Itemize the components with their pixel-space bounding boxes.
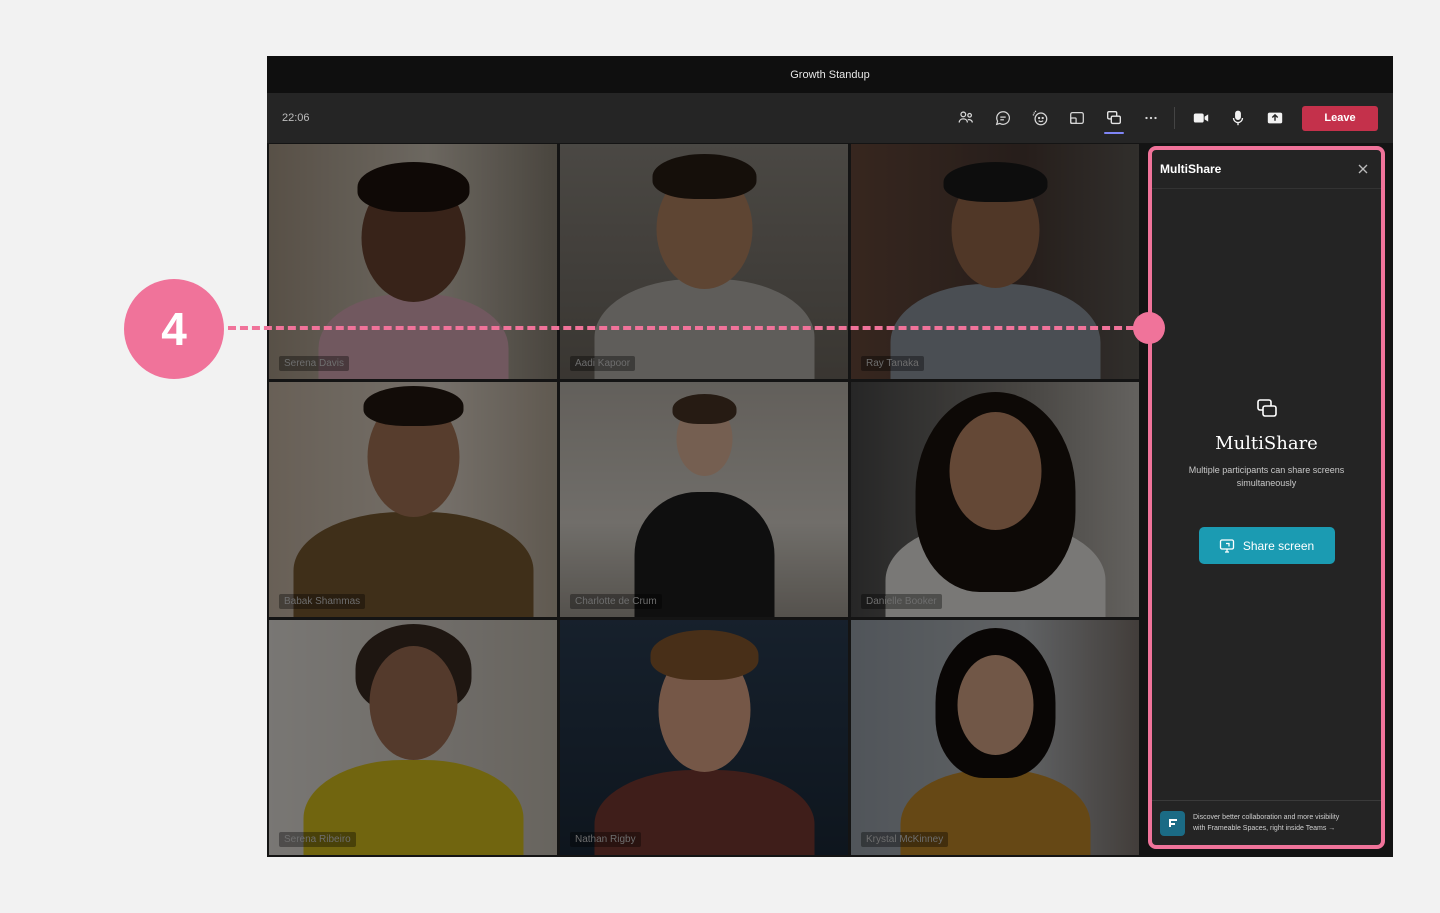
callout-connector xyxy=(228,326,1146,330)
camera-icon xyxy=(1193,113,1209,123)
tile-dim-overlay xyxy=(269,382,557,617)
step-callout-badge: 4 xyxy=(124,279,224,379)
multishare-button[interactable] xyxy=(1099,103,1129,134)
frameable-promo[interactable]: Discover better collaboration and more v… xyxy=(1152,800,1381,845)
tile-dim-overlay xyxy=(851,620,1139,855)
multishare-panel: MultiShare MultiShare Multiple participa… xyxy=(1148,146,1385,849)
participant-name: Aadi Kapoor xyxy=(570,356,636,371)
promo-line-2: with Frameable Spaces, right inside Team… xyxy=(1193,825,1336,832)
tile-dim-overlay xyxy=(851,144,1139,379)
window-titlebar: Growth Standup xyxy=(267,56,1393,93)
participant-tile[interactable]: Krystal McKinney xyxy=(851,620,1139,855)
tile-dim-overlay xyxy=(269,144,557,379)
rooms-button[interactable] xyxy=(1062,103,1092,133)
multishare-icon xyxy=(1256,399,1277,417)
meeting-toolbar: 22:06 Leave xyxy=(267,93,1393,143)
panel-heading: MultiShare xyxy=(1215,433,1318,454)
reactions-icon xyxy=(1032,110,1048,126)
participant-name: Krystal McKinney xyxy=(861,832,949,847)
participant-tile[interactable]: Charlotte de Crum xyxy=(560,382,848,617)
panel-header: MultiShare xyxy=(1152,150,1381,189)
share-tray-icon xyxy=(1267,112,1283,124)
close-icon xyxy=(1358,164,1368,174)
rooms-icon xyxy=(1070,111,1084,125)
participant-tile[interactable]: Babak Shammas xyxy=(269,382,557,617)
promo-line-1: Discover better collaboration and more v… xyxy=(1193,814,1340,821)
mic-icon xyxy=(1232,110,1244,126)
tile-dim-overlay xyxy=(560,382,848,617)
participant-name: Charlotte de Crum xyxy=(570,594,662,609)
meeting-timer: 22:06 xyxy=(282,112,310,124)
participant-name: Ray Tanaka xyxy=(861,356,924,371)
camera-button[interactable] xyxy=(1186,103,1216,133)
frameable-logo-icon xyxy=(1160,810,1185,836)
people-button[interactable] xyxy=(951,103,981,133)
more-button[interactable] xyxy=(1136,103,1166,133)
screen-share-icon xyxy=(1219,538,1234,553)
multishare-icon xyxy=(1107,111,1121,125)
participant-name: Serena Ribeiro xyxy=(279,832,356,847)
callout-anchor-dot xyxy=(1133,312,1165,344)
promo-text: Discover better collaboration and more v… xyxy=(1193,812,1339,834)
panel-title: MultiShare xyxy=(1160,162,1222,176)
participant-tile[interactable]: Serena Ribeiro xyxy=(269,620,557,855)
meeting-title: Growth Standup xyxy=(790,68,870,81)
panel-description: Multiple participants can share screens … xyxy=(1188,465,1345,488)
chat-icon xyxy=(995,111,1011,126)
panel-empty-state: MultiShare Multiple participants can sha… xyxy=(1152,396,1381,564)
video-grid: Serena Davis Aadi Kapoor Ray Tanaka Baba… xyxy=(269,144,1140,855)
participant-name: Babak Shammas xyxy=(279,594,366,609)
participant-name: Serena Davis xyxy=(279,356,350,371)
toolbar-actions: Leave xyxy=(944,93,1378,143)
close-button[interactable] xyxy=(1355,161,1371,177)
tile-dim-overlay xyxy=(560,144,848,379)
tile-dim-overlay xyxy=(269,620,557,855)
reactions-button[interactable] xyxy=(1025,103,1055,133)
participant-name: Danielle Booker xyxy=(861,594,942,609)
share-screen-button[interactable]: Share screen xyxy=(1198,527,1335,564)
tile-dim-overlay xyxy=(560,620,848,855)
share-tray-button[interactable] xyxy=(1260,103,1290,133)
participant-tile[interactable]: Serena Davis xyxy=(269,144,557,379)
participant-tile[interactable]: Aadi Kapoor xyxy=(560,144,848,379)
more-icon xyxy=(1145,116,1157,120)
participant-tile[interactable]: Ray Tanaka xyxy=(851,144,1139,379)
share-screen-label: Share screen xyxy=(1242,538,1315,553)
toolbar-divider xyxy=(1174,107,1175,129)
participant-name: Nathan Rigby xyxy=(570,832,641,847)
mic-button[interactable] xyxy=(1223,103,1253,133)
people-icon xyxy=(958,111,973,123)
chat-button[interactable] xyxy=(988,103,1018,133)
participant-tile[interactable]: Nathan Rigby xyxy=(560,620,848,855)
leave-button[interactable]: Leave xyxy=(1302,105,1378,131)
step-number: 4 xyxy=(161,303,187,355)
participant-tile[interactable]: Danielle Booker xyxy=(851,382,1139,617)
tile-dim-overlay xyxy=(851,382,1139,617)
